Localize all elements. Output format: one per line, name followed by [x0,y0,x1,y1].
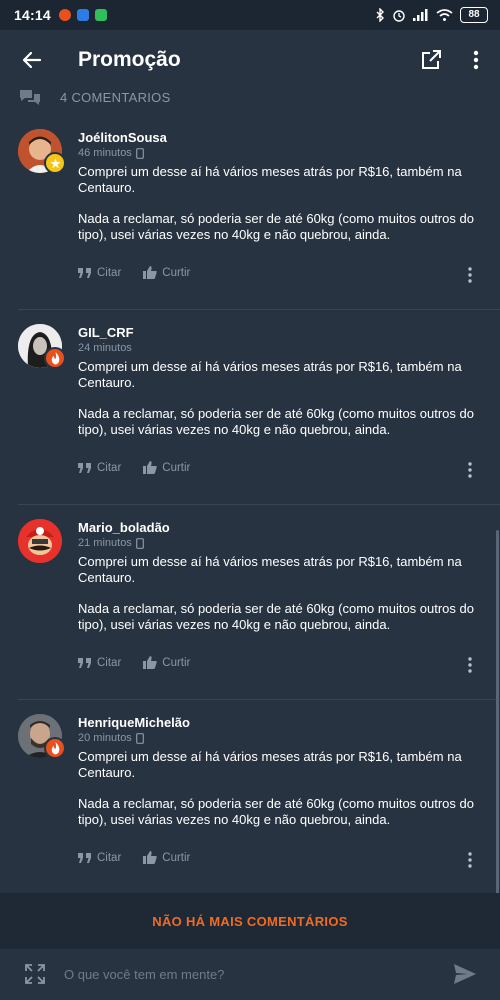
scrollbar[interactable] [496,530,499,945]
page-title: Promoção [78,48,181,71]
comment-count-label: 4 COMENTARIOS [60,89,171,105]
app-bar: Promoção [0,30,500,92]
thumbs-up-icon [143,656,157,669]
comment-meta: 21 minutos [78,537,144,549]
comment-body: Comprei um desse aí há vários meses atrá… [78,749,478,843]
thumbs-up-icon [143,266,157,279]
comment-time: 20 minutos [78,732,132,744]
bluetooth-icon [376,8,384,22]
comment-item: GIL_CRF 24 minutos Comprei um desse aí h… [0,310,500,505]
quote-button[interactable]: Citar [78,462,121,474]
quote-button[interactable]: Citar [78,657,121,669]
signal-icon [413,9,428,21]
quote-button[interactable]: Citar [78,852,121,864]
more-vertical-icon[interactable] [463,460,477,480]
comment-paragraph: Nada a reclamar, só poderia ser de até 6… [78,601,474,632]
comment-time: 46 minutos [78,147,132,159]
comment-username[interactable]: GIL_CRF [78,325,134,340]
comment-item: HenriqueMichelão 20 minutos Comprei um d… [0,700,500,895]
comment-body: Comprei um desse aí há vários meses atrá… [78,554,478,648]
like-button[interactable]: Curtir [143,266,190,279]
quote-label: Citar [97,851,122,864]
comment-actions: Citar Curtir [78,851,212,864]
more-vertical-icon[interactable] [463,850,477,870]
badge-star-icon [44,152,66,174]
comment-count-header: 4 COMENTARIOS [18,86,171,108]
comment-meta: 46 minutos [78,147,144,159]
no-more-comments-banner: NÃO HÁ MAIS COMENTÁRIOS [0,893,500,949]
comment-time: 24 minutos [78,342,132,354]
comment-actions: Citar Curtir [78,461,212,474]
quote-button[interactable]: Citar [78,267,121,279]
comment-composer [0,949,500,1000]
quote-label: Citar [97,656,122,669]
like-label: Curtir [162,656,191,669]
notification-app-icon [76,9,89,21]
more-vertical-icon[interactable] [466,48,486,72]
send-icon[interactable] [452,962,478,986]
no-more-comments-label: NÃO HÁ MAIS COMENTÁRIOS [152,913,348,929]
badge-flame-icon [44,737,66,759]
avatar-image [18,519,62,563]
chat-bubbles-icon [20,90,40,105]
badge-flame-icon [44,347,66,369]
comment-paragraph: Nada a reclamar, só poderia ser de até 6… [78,211,474,242]
battery-indicator: 88 [460,7,488,23]
like-button[interactable]: Curtir [143,851,190,864]
comment-username[interactable]: JoélitonSousa [78,130,167,145]
like-label: Curtir [162,851,191,864]
quote-icon [78,267,91,278]
comment-username[interactable]: Mario_boladão [78,520,170,535]
alarm-icon [393,10,405,22]
like-button[interactable]: Curtir [143,656,190,669]
comment-username[interactable]: HenriqueMichelão [78,715,190,730]
comment-item: JoélitonSousa 46 minutos Comprei um dess… [0,115,500,310]
expand-icon[interactable] [24,963,46,985]
avatar[interactable] [18,519,62,563]
comment-actions: Citar Curtir [78,266,212,279]
notification-app-icon [58,9,71,21]
status-bar: 14:14 88 [0,0,500,30]
notification-phone-icon [94,9,107,21]
comment-paragraph: Comprei um desse aí há vários meses atrá… [78,359,462,390]
comment-body: Comprei um desse aí há vários meses atrá… [78,164,478,258]
comment-paragraph: Comprei um desse aí há vários meses atrá… [78,749,462,780]
thumbs-up-icon [143,461,157,474]
like-button[interactable]: Curtir [143,461,190,474]
comment-paragraph: Comprei um desse aí há vários meses atrá… [78,554,462,585]
like-label: Curtir [162,266,191,279]
comment-meta: 20 minutos [78,732,144,744]
arrow-left-icon[interactable] [20,48,44,72]
quote-label: Citar [97,266,122,279]
quote-icon [78,657,91,668]
comment-paragraph: Nada a reclamar, só poderia ser de até 6… [78,406,474,437]
comment-actions: Citar Curtir [78,656,212,669]
status-time: 14:14 [14,7,51,23]
comment-paragraph: Nada a reclamar, só poderia ser de até 6… [78,796,474,827]
wifi-icon [436,9,453,21]
comment-body: Comprei um desse aí há vários meses atrá… [78,359,478,453]
more-vertical-icon[interactable] [463,265,477,285]
phone-icon [135,537,144,549]
comment-time: 21 minutos [78,537,132,549]
comment-input[interactable] [64,962,424,986]
comment-item: Mario_boladão 21 minutos Comprei um dess… [0,505,500,700]
quote-label: Citar [97,461,122,474]
open-in-new-icon[interactable] [419,48,443,72]
comment-meta: 24 minutos [78,342,132,354]
like-label: Curtir [162,461,191,474]
thumbs-up-icon [143,851,157,864]
more-vertical-icon[interactable] [463,655,477,675]
quote-icon [78,852,91,863]
phone-icon [135,732,144,744]
status-right: 88 [375,7,488,23]
comment-paragraph: Comprei um desse aí há vários meses atrá… [78,164,462,195]
phone-icon [135,147,144,159]
quote-icon [78,462,91,473]
